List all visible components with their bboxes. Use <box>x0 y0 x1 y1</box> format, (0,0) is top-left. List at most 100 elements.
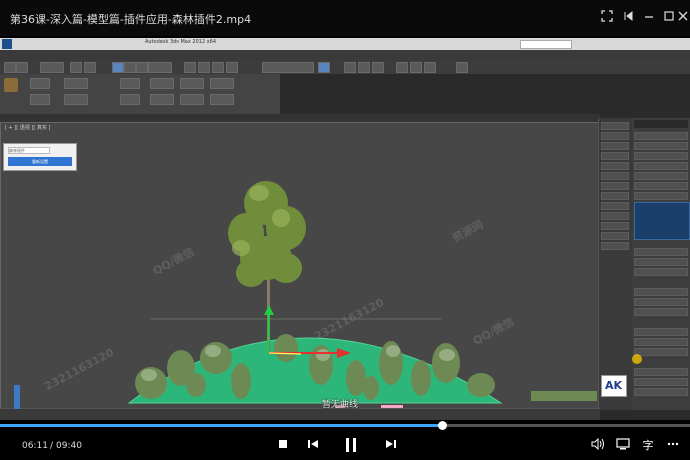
progress-knob[interactable] <box>437 421 447 430</box>
toolbar-button[interactable] <box>456 62 468 73</box>
toolbar-button[interactable] <box>124 62 136 73</box>
toolbar-field[interactable] <box>150 94 174 105</box>
panel-row[interactable] <box>634 368 688 376</box>
ak-logo: AK <box>601 375 627 397</box>
panel-row[interactable] <box>634 132 688 140</box>
previous-icon[interactable] <box>304 437 322 455</box>
command-panel <box>632 118 690 410</box>
toolbar-button[interactable] <box>16 62 28 73</box>
brush-icon[interactable] <box>4 78 18 92</box>
toolbar-button[interactable] <box>424 62 436 73</box>
panel-row[interactable] <box>634 182 688 190</box>
panel-row[interactable] <box>634 162 688 170</box>
toolbar-button[interactable] <box>70 62 82 73</box>
toolbar-field[interactable] <box>30 94 50 105</box>
panel-row[interactable] <box>601 152 629 160</box>
select-tool-button[interactable] <box>112 62 124 73</box>
panel-row[interactable] <box>601 162 629 170</box>
panel-row[interactable] <box>634 172 688 180</box>
toolbar-button[interactable] <box>226 62 238 73</box>
panel-row[interactable] <box>634 388 688 396</box>
toolbar-button[interactable] <box>4 62 16 73</box>
toolbar-dropdown[interactable] <box>40 62 64 73</box>
panel-row[interactable] <box>634 152 688 160</box>
toolbar-field[interactable] <box>210 78 234 89</box>
toolbar-button[interactable] <box>136 62 148 73</box>
video-frame[interactable]: Autodesk 3ds Max 2012 x64 [+][透视][真… <box>0 38 690 420</box>
progress-played <box>0 424 442 427</box>
panel-row[interactable] <box>601 182 629 190</box>
app-logo-icon <box>2 39 12 49</box>
fullscreen-exit-icon[interactable] <box>598 9 616 27</box>
panel-row[interactable] <box>601 192 629 200</box>
panel-row[interactable] <box>634 258 688 266</box>
more-icon[interactable] <box>664 437 682 455</box>
panel-row[interactable] <box>634 338 688 346</box>
toolbar-button[interactable] <box>84 62 96 73</box>
toolbar-field[interactable] <box>64 94 88 105</box>
panel-row[interactable] <box>634 348 688 356</box>
panel-row[interactable] <box>634 288 688 296</box>
panel-row[interactable] <box>601 242 629 250</box>
toolbar-button[interactable] <box>318 62 330 73</box>
toolbar-dropdown[interactable] <box>148 62 172 73</box>
toolbar-button[interactable] <box>344 62 356 73</box>
scene-render <box>127 181 597 409</box>
toolbar-field[interactable] <box>64 78 88 89</box>
stop-icon[interactable] <box>274 437 292 455</box>
preview-list[interactable] <box>634 202 690 240</box>
pause-icon[interactable] <box>342 437 360 455</box>
command-panel-tabs[interactable] <box>634 120 688 128</box>
time-slider-handle[interactable] <box>14 385 20 409</box>
toolbar-button[interactable] <box>410 62 422 73</box>
close-icon[interactable] <box>674 9 690 27</box>
toolbar-field[interactable] <box>30 78 50 89</box>
panel-row[interactable] <box>601 172 629 180</box>
panel-row[interactable] <box>601 202 629 210</box>
time-slider[interactable] <box>0 385 600 420</box>
perspective-viewport[interactable]: [ + ][ 透视 ][ 真实 ] 森林插件 重新设置 QQ/微信 232116… <box>0 122 600 410</box>
panel-row[interactable] <box>601 132 629 140</box>
panel-row[interactable] <box>601 222 629 230</box>
volume-icon[interactable] <box>589 437 607 455</box>
toolbar-field[interactable] <box>120 94 140 105</box>
toolbar-button[interactable] <box>184 62 196 73</box>
panel-row[interactable] <box>634 378 688 386</box>
toolbar-field[interactable] <box>210 94 234 105</box>
panel-row[interactable] <box>634 192 688 200</box>
toolbar-button[interactable] <box>396 62 408 73</box>
panel-row[interactable] <box>601 212 629 220</box>
time-total: 09:40 <box>56 441 82 451</box>
toolbar-button[interactable] <box>212 62 224 73</box>
toolbar-field[interactable] <box>180 94 204 105</box>
panel-row[interactable] <box>601 122 629 130</box>
toolbar-button[interactable] <box>358 62 370 73</box>
subtitle-toggle[interactable]: 字 <box>639 437 657 455</box>
panel-row[interactable] <box>601 232 629 240</box>
next-icon[interactable] <box>382 437 400 455</box>
minimize-icon[interactable] <box>640 9 658 27</box>
panel-row[interactable] <box>634 328 688 336</box>
toolbar-button[interactable] <box>372 62 384 73</box>
player-top-bar: 第36课-深入篇-模型篇-插件应用-森林插件2.mp4 <box>0 0 690 36</box>
named-selection-dropdown[interactable] <box>262 62 314 73</box>
pip-icon[interactable] <box>620 9 638 27</box>
toolbar-field[interactable] <box>180 78 204 89</box>
toolbar-field[interactable] <box>120 78 140 89</box>
time-current: 06:11 <box>22 441 48 451</box>
panel-row[interactable] <box>634 298 688 306</box>
player-controls: 06:11 / 09:40 字 <box>0 430 690 460</box>
panel-row[interactable] <box>634 248 688 256</box>
panel-row[interactable] <box>634 268 688 276</box>
video-title: 第36课-深入篇-模型篇-插件应用-森林插件2.mp4 <box>10 13 252 26</box>
app-search-field[interactable] <box>520 40 572 49</box>
panel-row[interactable] <box>601 142 629 150</box>
scene-list-panel <box>598 118 633 410</box>
progress-bar[interactable] <box>0 421 690 430</box>
toolbar-field[interactable] <box>150 78 174 89</box>
panel-row[interactable] <box>634 142 688 150</box>
panel-row[interactable] <box>634 308 688 316</box>
toolbar-button[interactable] <box>198 62 210 73</box>
ribbon-tab-strip <box>0 114 600 122</box>
screen-mode-icon[interactable] <box>614 437 632 455</box>
